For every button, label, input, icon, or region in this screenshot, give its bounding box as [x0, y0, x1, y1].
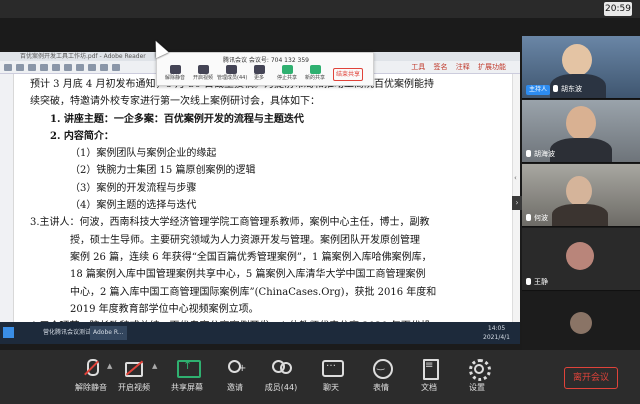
mic-muted-icon	[80, 358, 102, 378]
mic-icon	[526, 278, 531, 285]
participant-tile[interactable]: 主持人 胡东波	[522, 36, 640, 99]
pdf-window-title: 百优案例开发工具工作坊.pdf - Adobe Reader	[20, 53, 146, 60]
invite-button[interactable]: 邀请	[212, 358, 258, 398]
pdf-side-panel	[0, 74, 14, 322]
doc-line: 续突破，特邀请外校专家进行第一次线上案例研讨会，具体如下：	[30, 96, 320, 108]
clock: 20:59	[604, 2, 632, 16]
meeting-control-bar: 解除静音 ▲ 开启视频 ▲ 共享屏幕 邀请 成员(44) 聊天 表情 文档 设置…	[0, 350, 640, 404]
participant-name: 王静	[534, 278, 548, 286]
participant-tile[interactable]: 胡海波	[522, 100, 640, 163]
chat-button[interactable]: 聊天	[308, 358, 354, 398]
hand-icon	[100, 64, 108, 71]
participant-avatar	[566, 242, 594, 270]
doc-list-item: （1）案例团队与案例企业的缘起	[70, 148, 217, 160]
float-more-button[interactable]: 更多	[245, 65, 273, 85]
page-up-icon	[40, 64, 48, 71]
taskbar-time: 14:05	[487, 325, 506, 332]
float-video-button[interactable]: 开启视频	[189, 65, 217, 85]
participant-name: 胡海波	[534, 150, 555, 158]
float-new-share-button[interactable]: 新的共享	[301, 65, 329, 85]
chat-icon	[320, 358, 344, 378]
camera-icon	[197, 65, 209, 74]
pdf-tool-tabs: 工具 签名 注释 扩展功能	[405, 62, 506, 73]
taskbar-clock: 14:05 2021/4/1	[483, 324, 510, 342]
participant-video	[562, 44, 592, 76]
stop-share-icon	[281, 65, 293, 74]
new-share-icon	[309, 65, 321, 74]
participant-tile[interactable]: 王静	[522, 228, 640, 291]
doc-section-summary: 2. 内容简介：	[50, 130, 114, 142]
doc-list-item: （4）案例主题的选择与迭代	[70, 200, 197, 212]
host-badge: 主持人	[526, 85, 551, 95]
select-icon	[88, 64, 96, 71]
video-options-chevron-icon[interactable]: ▲	[152, 362, 157, 370]
members-icon	[225, 65, 237, 74]
tab-comment: 注释	[455, 63, 470, 71]
mic-icon	[169, 65, 181, 74]
windows-start-icon	[3, 327, 14, 338]
float-stop-share-button[interactable]: 停止共享	[273, 65, 301, 85]
doc-list-item: （2）铁腕力士集团 15 篇原创案例的逻辑	[70, 165, 256, 177]
participant-video	[566, 176, 592, 206]
settings-button[interactable]: 设置	[454, 358, 500, 398]
zoom-icon	[64, 64, 72, 71]
float-members-button[interactable]: 管理成员(44)	[217, 65, 247, 85]
document-button[interactable]: 文档	[406, 358, 452, 398]
doc-speaker-line: 2019 年度教育部学位中心视频案例立项。	[70, 303, 259, 315]
print-icon	[16, 64, 24, 71]
members-icon	[270, 358, 292, 378]
doc-speaker-line: 3.主讲人：何波，西南科技大学经济管理学院工商管理系教师，案例中心主任，博士，副…	[30, 217, 430, 229]
doc-speaker-line: 授，硕士生导师。主要研究领域为人力资源开发与管理。案例团队开发原创管理	[70, 234, 420, 246]
document-page: 预计 3 月底 4 月初发布通知，6 月 30 日截至投稿。为提前布局和推动工商…	[30, 76, 500, 335]
meeting-id: 腾讯会议 会议号: 704 132 359	[222, 57, 309, 64]
end-share-button[interactable]: 结束共享	[333, 68, 363, 81]
top-bar: 20:59	[0, 0, 640, 18]
mic-icon	[526, 214, 531, 221]
collapse-panel-button[interactable]: ›	[512, 196, 522, 210]
participant-avatar	[570, 312, 592, 334]
participant-video	[566, 106, 596, 140]
doc-speaker-line: 中心，2 篇入库中国工商管理国际案例库”(ChinaCases.Org)，获批 …	[70, 286, 437, 298]
doc-speaker-line: 案例 26 篇，连续 6 年获得“全国百篇优秀管理案例”，1 篇案例入库哈佛案例…	[70, 251, 432, 263]
mail-icon	[28, 64, 36, 71]
chevron-left-icon: ‹	[514, 174, 517, 182]
share-screen-button[interactable]: 共享屏幕	[164, 358, 210, 398]
camera-off-icon	[123, 358, 145, 378]
fit-icon	[76, 64, 84, 71]
doc-speaker-line: 18 篇案例入库中国管理案例共享中心，5 篇案例入库清华大学中国工商管理案例	[70, 269, 426, 281]
tab-sign: 签名	[433, 63, 448, 71]
rotate-icon	[112, 64, 120, 71]
emoji-icon	[370, 358, 393, 379]
document-icon	[418, 358, 440, 380]
taskbar-date: 2021/4/1	[483, 334, 510, 341]
share-screen-icon	[176, 358, 201, 378]
members-button[interactable]: 成员(44)	[258, 358, 304, 398]
meeting-window: 20:59 百优案例开发工具工作坊.pdf - Adobe Reader 工具 …	[0, 0, 640, 404]
emoji-button[interactable]: 表情	[358, 358, 404, 398]
start-video-button[interactable]: 开启视频	[111, 358, 157, 398]
participant-name: 何波	[534, 214, 548, 222]
shared-screen: 百优案例开发工具工作坊.pdf - Adobe Reader 工具 签名 注释 …	[0, 52, 520, 344]
tab-extend: 扩展功能	[478, 63, 506, 71]
tab-tools: 工具	[411, 63, 426, 71]
float-unmute-button[interactable]: 解除静音	[161, 65, 189, 85]
shared-taskbar: 营化腾讯会议测试... Adobe R... 14:05 2021/4/1	[0, 322, 520, 344]
participant-name: 胡东波	[561, 85, 583, 93]
doc-section-topic: 1. 讲座主题：一企多案：百优案例开发的流程与主题迭代	[50, 113, 304, 125]
invite-icon	[224, 358, 246, 378]
settings-icon	[466, 358, 491, 381]
floating-meeting-toolbar: 腾讯会议 会议号: 704 132 359 解除静音 开启视频 管理成员(44)…	[156, 52, 374, 86]
open-icon	[4, 64, 12, 71]
taskbar-item: Adobe R...	[90, 326, 127, 340]
participant-tile[interactable]	[522, 292, 640, 355]
doc-list-item: （3）案例的开发流程与步骤	[70, 182, 197, 194]
participant-tile[interactable]: 何波	[522, 164, 640, 227]
page-down-icon	[52, 64, 60, 71]
mic-icon	[553, 85, 559, 92]
mic-icon	[526, 150, 531, 157]
more-icon	[253, 65, 265, 74]
leave-meeting-button[interactable]: 离开会议	[564, 367, 618, 389]
